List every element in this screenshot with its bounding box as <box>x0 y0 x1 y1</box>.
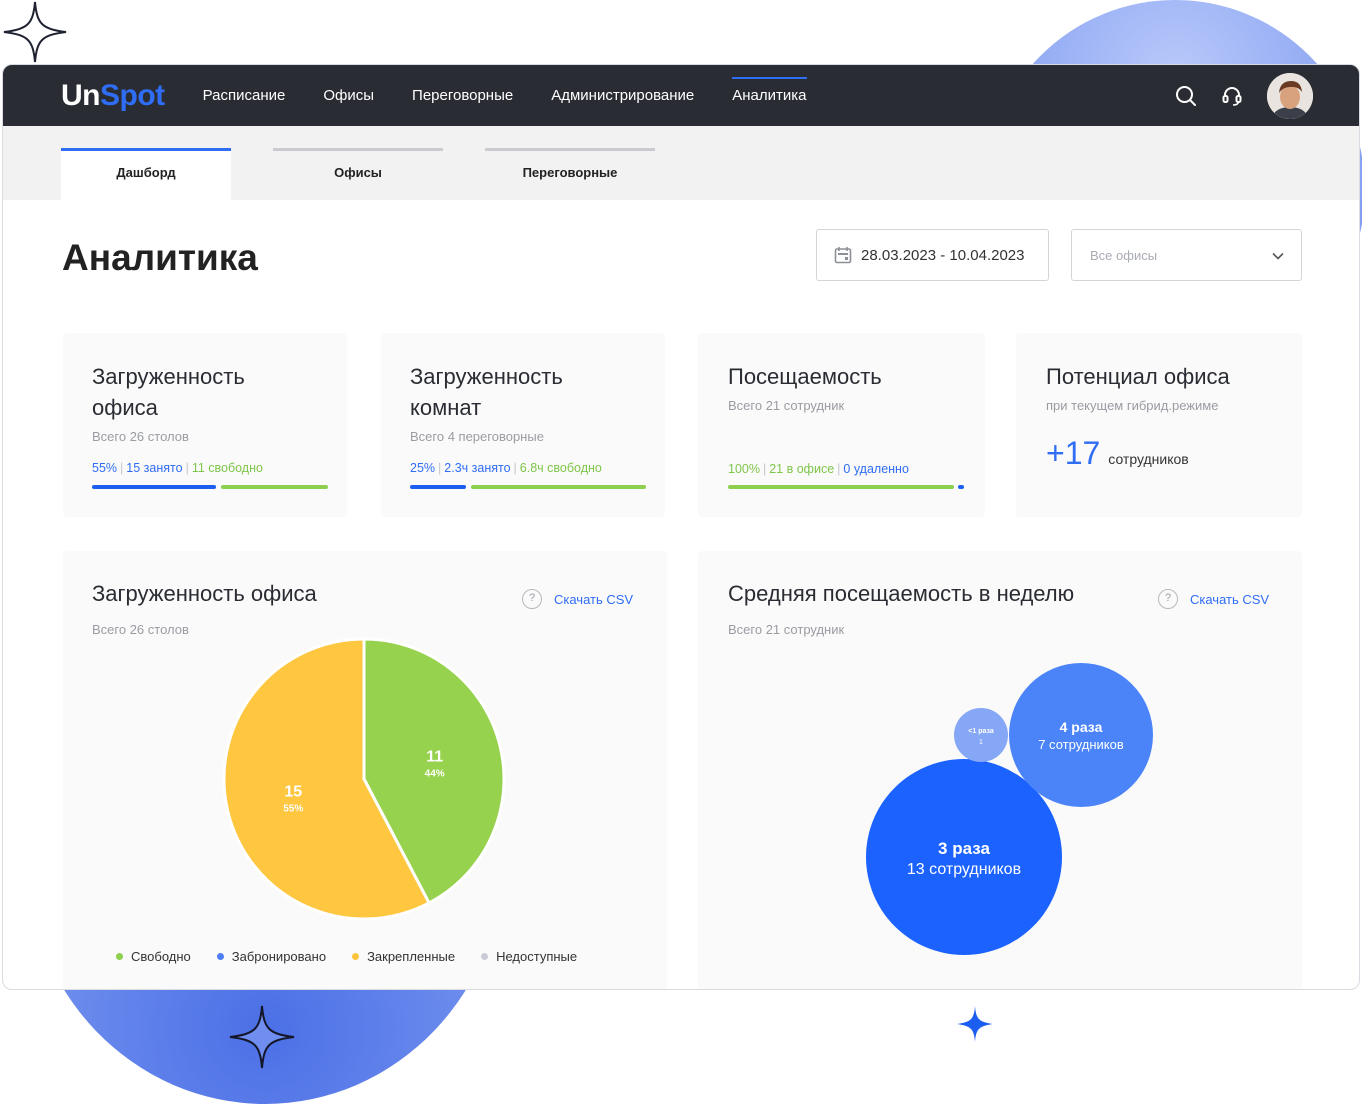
unspot-logo[interactable]: UnSpot <box>61 79 165 113</box>
date-range-value: 28.03.2023 - 10.04.2023 <box>861 246 1025 264</box>
bubble[interactable] <box>954 708 1008 762</box>
legend-dot <box>352 953 360 960</box>
busy-bar <box>410 485 466 489</box>
nav-item-analytics[interactable]: Аналитика <box>732 77 807 112</box>
potential-value-row: +17 сотрудников <box>1046 435 1302 472</box>
potential-value-label: сотрудников <box>1108 451 1189 467</box>
legend-item-assigned: Закрепленные <box>352 949 455 964</box>
tab-offices[interactable]: Офисы <box>273 148 443 200</box>
bubble-chart: 3 раза 13 сотрудников 4 раза 7 сотрудников <… <box>866 663 1153 955</box>
sparkle-icon <box>3 1 67 63</box>
top-navigation-bar: UnSpot Расписание Офисы Переговорные Адм… <box>3 65 1359 126</box>
legend-dot <box>116 953 123 960</box>
free-bar <box>471 485 646 489</box>
card-subtitle: Всего 26 столов <box>92 429 189 444</box>
attendance-card: Посещаемость Всего 21 сотрудник 100% | 21 … <box>698 333 985 517</box>
nav-item-schedule[interactable]: Расписание <box>203 79 286 112</box>
pie-chart: 11 44% 15 55% <box>222 637 506 921</box>
search-icon[interactable] <box>1175 85 1197 107</box>
main-nav: Расписание Офисы Переговорные Администри… <box>203 77 845 112</box>
calendar-icon <box>834 247 852 264</box>
bubble-label: <1 раза <box>968 728 994 735</box>
nav-item-administration[interactable]: Администрирование <box>551 79 694 112</box>
legend-dot <box>481 953 489 960</box>
bubble[interactable] <box>1009 663 1153 807</box>
sub-tabs: Дашборд Офисы Переговорные <box>3 126 1359 200</box>
legend-item-unavailable: Недоступные <box>481 949 577 964</box>
support-headset-icon[interactable] <box>1221 85 1243 107</box>
weekly-attendance-panel: Средняя посещаемость в неделю Всего 21 с… <box>698 551 1302 989</box>
pie-slice-value-label: 15 <box>284 783 302 800</box>
remote-bar <box>958 485 964 489</box>
card-subtitle: при текущем гибрид.режиме <box>1046 398 1219 413</box>
card-title: Загруженность комнат <box>410 364 563 420</box>
user-avatar[interactable] <box>1267 72 1313 119</box>
card-title: Потенциал офиса <box>1046 364 1230 389</box>
legend-item-booked: Забронировано <box>216 949 326 964</box>
tab-dashboard[interactable]: Дашборд <box>61 148 231 200</box>
nav-item-meeting-rooms[interactable]: Переговорные <box>412 79 513 112</box>
office-load-pie-panel: Загруженность офиса Всего 26 столов ? Ск… <box>63 551 667 989</box>
bubble-sublabel: 7 сотрудников <box>1038 737 1124 752</box>
card-title: Загруженность офиса <box>92 364 245 420</box>
free-bar <box>221 485 328 489</box>
chevron-down-icon <box>1272 252 1284 260</box>
pie-slice-percent-label: 55% <box>283 803 303 814</box>
tab-meeting-rooms[interactable]: Переговорные <box>485 148 655 200</box>
bubble-label: 3 раза <box>938 839 990 858</box>
page-title: Аналитика <box>62 237 258 278</box>
sparkle-icon <box>957 1006 993 1042</box>
card-title: Посещаемость <box>728 364 882 389</box>
card-stats: 100% | 21 в офисе | 0 удаленно <box>728 462 909 476</box>
potential-value: +17 <box>1046 435 1101 471</box>
office-load-card: Загруженность офиса Всего 26 столов 55% | 1… <box>63 333 347 517</box>
office-potential-card: Потенциал офиса при текущем гибрид.режим… <box>1016 333 1302 517</box>
busy-bar <box>92 485 216 489</box>
card-subtitle: Всего 21 сотрудник <box>728 398 845 413</box>
legend-item-free: Свободно <box>116 949 191 964</box>
pie-slice-percent-label: 44% <box>425 769 445 780</box>
office-select-placeholder: Все офисы <box>1090 248 1158 263</box>
card-subtitle: Всего 4 переговорные <box>410 429 544 444</box>
legend-dot <box>216 953 224 960</box>
pie-slice-value-label: 11 <box>426 749 443 766</box>
office-bar <box>728 485 954 489</box>
app-window: UnSpot Расписание Офисы Переговорные Адм… <box>2 64 1360 990</box>
rooms-load-card: Загруженность комнат Всего 4 переговорные… <box>381 333 665 517</box>
sparkle-icon <box>229 1005 295 1069</box>
card-stats: 55% | 15 занято | 11 свободно <box>92 461 263 475</box>
bubble-sublabel: 1 <box>979 739 983 746</box>
office-select[interactable]: Все офисы <box>1071 229 1302 281</box>
nav-item-offices[interactable]: Офисы <box>323 79 374 112</box>
date-range-picker[interactable]: 28.03.2023 - 10.04.2023 <box>816 229 1049 281</box>
card-stats: 25% | 2.3ч занято | 6.8ч свободно <box>410 461 602 475</box>
bubble-label: 4 раза <box>1060 719 1103 735</box>
bubble-sublabel: 13 сотрудников <box>907 861 1021 878</box>
pie-legend: Свободно Забронировано Закрепленные Недо… <box>116 949 577 964</box>
